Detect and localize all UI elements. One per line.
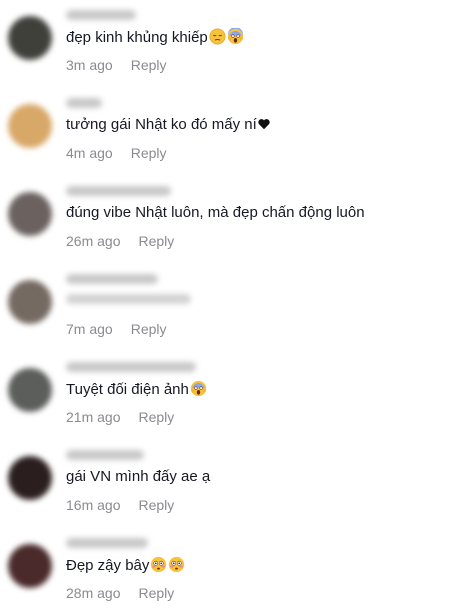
flushed-face-icon — [151, 556, 167, 573]
avatar[interactable] — [8, 456, 52, 500]
comment-item: đẹp kinh khủng khiếp 3m ago Reply — [0, 0, 451, 88]
screaming-face-icon — [227, 28, 243, 45]
comment-timestamp: 4m ago — [66, 145, 113, 161]
comment-timestamp: 21m ago — [66, 409, 121, 425]
comment-meta: 26m ago Reply — [66, 233, 174, 249]
reply-button[interactable]: Reply — [131, 145, 167, 161]
comment-item: Tuyệt đối điện ảnh 21m ago Reply — [0, 352, 451, 440]
comment-text-content: đúng vibe Nhật luôn, mà đẹp chấn động lu… — [66, 204, 365, 221]
screaming-face-icon — [190, 380, 207, 397]
comment-timestamp: 26m ago — [66, 233, 121, 249]
username-blurred[interactable] — [66, 186, 171, 196]
username-blurred[interactable] — [66, 450, 144, 460]
comment-text: Tuyệt đối điện ảnh — [66, 380, 207, 398]
black-heart-icon — [258, 119, 270, 130]
reply-button[interactable]: Reply — [138, 497, 174, 513]
comment-timestamp: 28m ago — [66, 585, 121, 601]
comment-text: Đẹp zậy bây — [66, 556, 185, 574]
comment-text-content: Tuyệt đối điện ảnh — [66, 381, 189, 398]
flushed-face-icon — [169, 556, 185, 573]
username-blurred[interactable] — [66, 274, 158, 284]
username-blurred[interactable] — [66, 538, 148, 548]
comment-timestamp: 3m ago — [66, 57, 113, 73]
comment-timestamp: 7m ago — [66, 321, 113, 337]
comment-text-content: gái VN mình đấy ae ạ — [66, 468, 211, 485]
comment-meta: 21m ago Reply — [66, 409, 174, 425]
comment-meta: 7m ago Reply — [66, 321, 167, 337]
comment-timestamp: 16m ago — [66, 497, 121, 513]
comment-meta: 28m ago Reply — [66, 585, 174, 601]
avatar[interactable] — [8, 16, 52, 60]
pensive-face-icon — [209, 28, 226, 45]
comment-list: đẹp kinh khủng khiếp 3m ago Reply tưởng g… — [0, 0, 451, 614]
comment-item: gái VN mình đấy ae ạ 16m ago Reply — [0, 440, 451, 528]
username-blurred[interactable] — [66, 10, 136, 20]
reply-button[interactable]: Reply — [131, 57, 167, 73]
avatar[interactable] — [8, 104, 52, 148]
comment-text-content: đẹp kinh khủng khiếp — [66, 29, 208, 46]
avatar[interactable] — [8, 280, 52, 324]
comment-text: đẹp kinh khủng khiếp — [66, 28, 244, 46]
username-blurred[interactable] — [66, 362, 196, 372]
comment-text: đúng vibe Nhật luôn, mà đẹp chấn động lu… — [66, 204, 365, 221]
comment-text-content: Đẹp zậy bây — [66, 557, 150, 574]
comment-meta: 3m ago Reply — [66, 57, 167, 73]
comment-text: tưởng gái Nhật ko đó mấy ní — [66, 116, 271, 133]
comment-item: 7m ago Reply — [0, 264, 451, 352]
reply-button[interactable]: Reply — [138, 409, 174, 425]
reply-button[interactable]: Reply — [131, 321, 167, 337]
avatar[interactable] — [8, 192, 52, 236]
avatar[interactable] — [8, 368, 52, 412]
comment-text: gái VN mình đấy ae ạ — [66, 468, 210, 485]
reply-button[interactable]: Reply — [138, 585, 174, 601]
username-blurred[interactable] — [66, 98, 102, 108]
comment-text-content: tưởng gái Nhật ko đó mấy ní — [66, 116, 257, 133]
reply-button[interactable]: Reply — [138, 233, 174, 249]
comment-text-blurred — [66, 294, 191, 304]
comment-item: tưởng gái Nhật ko đó mấy ní 4m ago Reply — [0, 88, 451, 176]
comment-item: đúng vibe Nhật luôn, mà đẹp chấn động lu… — [0, 176, 451, 264]
avatar[interactable] — [8, 544, 52, 588]
comment-item: Đẹp zậy bây 28m ago Reply — [0, 528, 451, 616]
comment-meta: 16m ago Reply — [66, 497, 174, 513]
comment-meta: 4m ago Reply — [66, 145, 167, 161]
